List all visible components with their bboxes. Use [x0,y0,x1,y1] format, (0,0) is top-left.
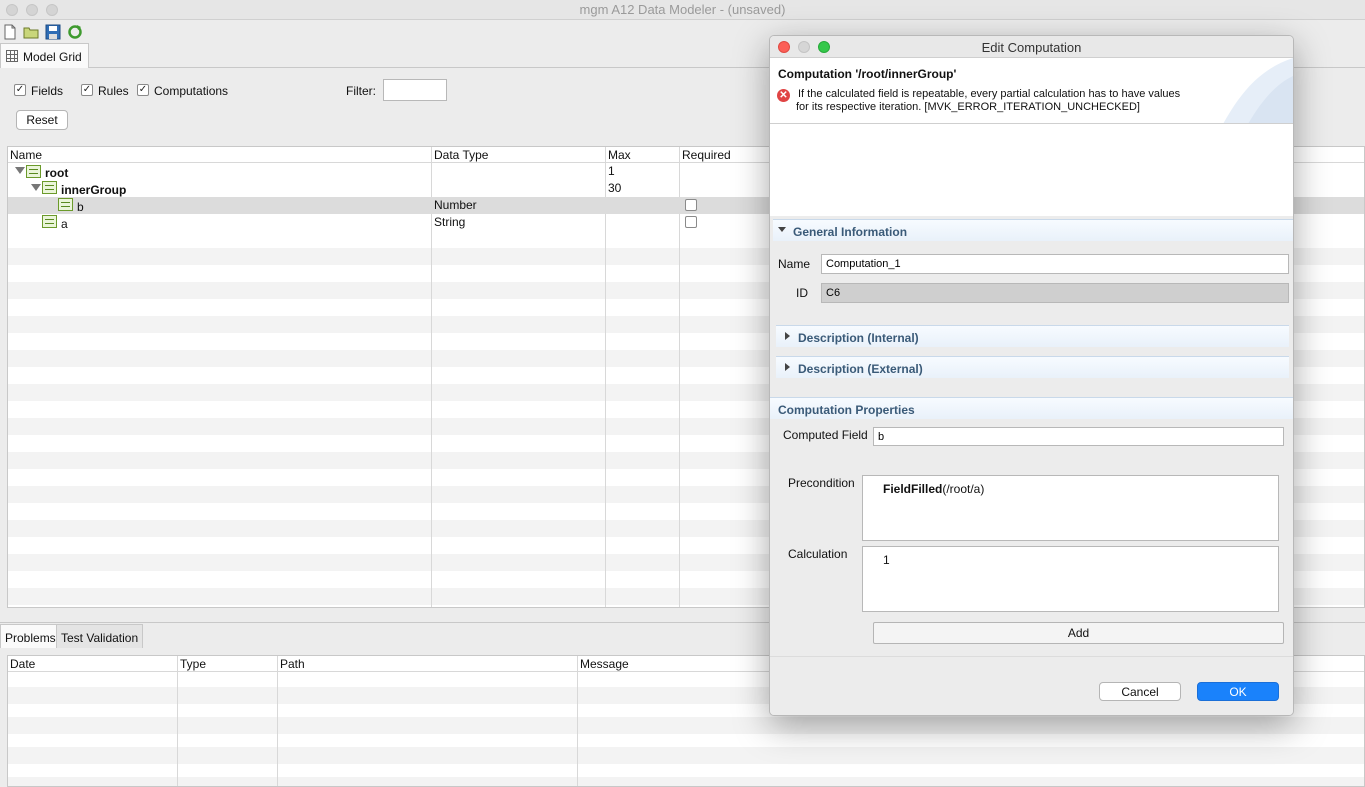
required-checkbox[interactable] [685,199,697,211]
precondition-argument: (/root/a) [942,482,985,496]
precondition-label: Precondition [788,476,855,490]
fields-label: Fields [31,84,64,98]
tab-test-validation[interactable]: Test Validation [56,624,144,648]
error-icon: ✕ [777,89,790,102]
column-divider [679,147,680,607]
add-button[interactable]: Add [873,622,1284,644]
description-internal-section[interactable]: Description (Internal) [776,325,1289,347]
computation-properties-title: Computation Properties [778,403,915,417]
rules-checkbox[interactable]: ✓ [81,84,93,96]
field-icon [42,215,57,228]
column-divider [431,147,432,607]
column-divider [177,656,178,786]
row-name: b [77,200,84,214]
grid-icon [6,50,18,62]
column-divider [605,147,606,607]
dialog-blank-area [770,124,1293,216]
calculation-editor[interactable]: 1 [862,546,1279,612]
dialog-title: Edit Computation [981,40,1082,55]
error-line-2: for its respective iteration. [MVK_ERROR… [796,101,1140,113]
expand-triangle-icon[interactable] [15,167,25,174]
expand-triangle-icon[interactable] [785,332,790,340]
tab-model-grid-label: Model Grid [23,50,82,64]
expand-triangle-icon[interactable] [785,363,790,371]
computations-label: Computations [154,84,229,98]
header-name[interactable]: Name [10,148,42,162]
header-date[interactable]: Date [10,657,35,671]
row-name: a [61,217,68,231]
row-name: root [45,166,69,180]
group-icon [26,165,41,178]
header-data-type[interactable]: Data Type [434,148,488,162]
window-title: mgm A12 Data Modeler - (unsaved) [579,2,786,17]
open-folder-icon[interactable] [23,24,39,40]
header-path[interactable]: Path [280,657,305,671]
general-information-title: General Information [793,225,908,239]
ok-button[interactable]: OK [1197,682,1279,701]
id-label: ID [796,286,808,300]
filter-label: Filter: [346,84,376,98]
window-titlebar: mgm A12 Data Modeler - (unsaved) [0,0,1365,20]
row-max: 1 [608,164,615,178]
computed-field-input[interactable] [873,427,1284,446]
field-icon [58,198,73,211]
row-data-type: Number [434,198,477,212]
dialog-header: Computation '/root/innerGroup' ✕ If the … [770,58,1293,124]
row-data-type: String [434,215,466,229]
calculation-label: Calculation [788,547,848,561]
general-information-section[interactable]: General Information [773,219,1293,241]
name-input[interactable] [821,254,1289,274]
header-max[interactable]: Max [608,148,631,162]
required-checkbox[interactable] [685,216,697,228]
description-external-section[interactable]: Description (External) [776,356,1289,378]
expand-triangle-icon[interactable] [31,184,41,191]
refresh-icon[interactable] [67,24,83,40]
name-label: Name [778,257,811,271]
edit-computation-dialog: Edit Computation Computation '/root/inne… [769,35,1294,716]
header-message[interactable]: Message [580,657,629,671]
tab-problems[interactable]: Problems [0,624,61,648]
header-type[interactable]: Type [180,657,206,671]
column-divider [577,656,578,786]
error-message: If the calculated field is repeatable, e… [796,88,1181,114]
filter-input[interactable] [383,79,447,101]
rules-label: Rules [98,84,129,98]
group-icon [42,181,57,194]
row-stripe [8,717,1364,734]
row-name: innerGroup [61,183,127,197]
cancel-button[interactable]: Cancel [1099,682,1181,701]
header-decoration-icon [1223,58,1293,123]
column-divider [277,656,278,786]
row-stripe [8,747,1364,764]
dialog-titlebar: Edit Computation [770,36,1293,58]
row-stripe [8,777,1364,786]
description-internal-title: Description (Internal) [798,331,919,345]
save-icon[interactable] [45,24,61,40]
precondition-editor[interactable]: FieldFilled(/root/a) [862,475,1279,541]
header-required[interactable]: Required [682,148,731,162]
description-external-title: Description (External) [798,362,923,376]
computation-properties-section: Computation Properties [770,397,1293,419]
collapse-triangle-icon[interactable] [778,227,786,232]
dialog-heading: Computation '/root/innerGroup' [778,67,957,81]
error-line-1: If the calculated field is repeatable, e… [798,88,1181,100]
row-max: 30 [608,181,622,195]
new-file-icon[interactable] [2,24,18,40]
precondition-function: FieldFilled [883,482,943,496]
id-input [821,283,1289,303]
tab-model-grid[interactable]: Model Grid [0,43,89,68]
reset-button[interactable]: Reset [16,110,68,130]
computations-checkbox[interactable]: ✓ [137,84,149,96]
computed-field-label: Computed Field [783,428,868,442]
fields-checkbox[interactable]: ✓ [14,84,26,96]
